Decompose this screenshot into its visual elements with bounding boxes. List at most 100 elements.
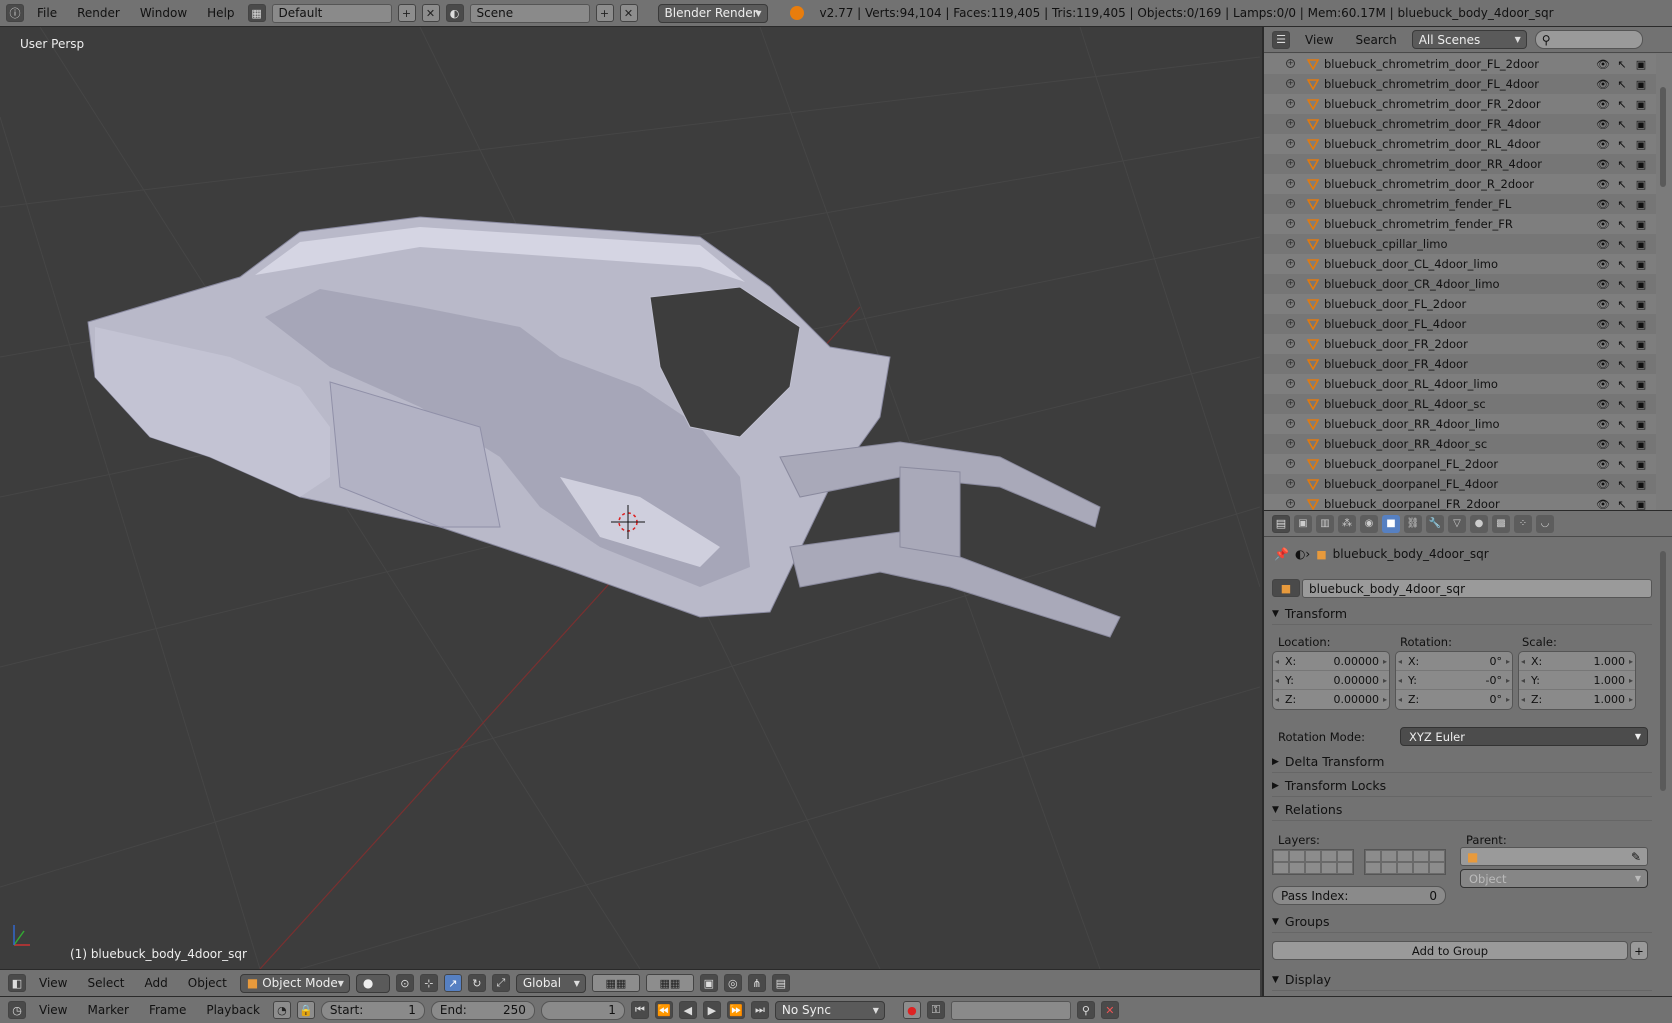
camera-render-icon[interactable]: ▣ bbox=[1634, 417, 1648, 431]
cursor-select-icon[interactable]: ↖ bbox=[1615, 197, 1629, 211]
eye-icon[interactable]: 👁 bbox=[1596, 197, 1610, 211]
play-reverse-icon[interactable]: ◀ bbox=[678, 1001, 697, 1019]
pin-icon[interactable]: 📌 bbox=[1274, 547, 1289, 561]
physics-tab-icon[interactable]: ◡ bbox=[1536, 514, 1554, 533]
cursor-select-icon[interactable]: ↖ bbox=[1615, 77, 1629, 91]
cursor-select-icon[interactable]: ↖ bbox=[1615, 437, 1629, 451]
snap-icon[interactable]: ⋔ bbox=[747, 974, 766, 992]
expand-icon[interactable]: + bbox=[1286, 459, 1295, 468]
eye-icon[interactable]: 👁 bbox=[1596, 77, 1610, 91]
eye-icon[interactable]: 👁 bbox=[1596, 57, 1610, 71]
add-to-group-button[interactable]: Add to Group bbox=[1272, 941, 1628, 960]
eye-icon[interactable]: 👁 bbox=[1596, 177, 1610, 191]
expand-icon[interactable]: + bbox=[1286, 159, 1295, 168]
eye-icon[interactable]: 👁 bbox=[1596, 497, 1610, 511]
menu-view[interactable]: View bbox=[32, 974, 74, 993]
rotation-mode-dropdown[interactable]: XYZ Euler ▼ bbox=[1400, 727, 1648, 746]
sync-dropdown[interactable]: No Sync ▼ bbox=[774, 1000, 885, 1020]
scale-x-field[interactable]: X: 1.000 bbox=[1519, 652, 1635, 671]
cursor-select-icon[interactable]: ↖ bbox=[1615, 97, 1629, 111]
eye-icon[interactable]: 👁 bbox=[1596, 317, 1610, 331]
texture-tab-icon[interactable]: ▩ bbox=[1492, 514, 1510, 533]
layers-grid-b[interactable] bbox=[1364, 849, 1446, 875]
camera-render-icon[interactable]: ▣ bbox=[1634, 337, 1648, 351]
object-name-input[interactable]: bluebuck_body_4door_sqr bbox=[1302, 579, 1652, 598]
cursor-select-icon[interactable]: ↖ bbox=[1615, 337, 1629, 351]
rotation-y-field[interactable]: Y: -0° bbox=[1396, 671, 1512, 690]
properties-scrollbar[interactable] bbox=[1660, 551, 1666, 791]
cursor-select-icon[interactable]: ↖ bbox=[1615, 137, 1629, 151]
outliner-search-input[interactable]: ⚲ bbox=[1534, 30, 1643, 49]
expand-icon[interactable]: + bbox=[1286, 139, 1295, 148]
menu-window[interactable]: Window bbox=[133, 4, 194, 23]
cursor-select-icon[interactable]: ↖ bbox=[1615, 57, 1629, 71]
scale-z-field[interactable]: Z: 1.000 bbox=[1519, 690, 1635, 709]
cursor-select-icon[interactable]: ↖ bbox=[1615, 397, 1629, 411]
record-icon[interactable]: ● bbox=[902, 1001, 921, 1019]
eye-icon[interactable]: 👁 bbox=[1596, 277, 1610, 291]
new-group-button[interactable]: + bbox=[1630, 941, 1648, 960]
cursor-select-icon[interactable]: ↖ bbox=[1615, 297, 1629, 311]
scene-field[interactable]: Scene bbox=[469, 3, 590, 23]
eye-icon[interactable]: 👁 bbox=[1596, 457, 1610, 471]
delete-key-icon[interactable]: ✕ bbox=[1100, 1001, 1119, 1019]
current-frame-field[interactable]: 1 bbox=[540, 1000, 625, 1020]
proportional-icon[interactable]: ◎ bbox=[723, 974, 742, 992]
eye-icon[interactable]: 👁 bbox=[1596, 397, 1610, 411]
camera-render-icon[interactable]: ▣ bbox=[1634, 137, 1648, 151]
expand-icon[interactable]: + bbox=[1286, 279, 1295, 288]
eye-icon[interactable]: 👁 bbox=[1596, 377, 1610, 391]
camera-render-icon[interactable]: ▣ bbox=[1634, 377, 1648, 391]
world-tab-icon[interactable]: ◉ bbox=[1360, 514, 1378, 533]
eye-icon[interactable]: 👁 bbox=[1596, 477, 1610, 491]
display-panel-header[interactable]: ▼ Display bbox=[1272, 969, 1652, 991]
modifiers-tab-icon[interactable]: 🔧 bbox=[1426, 514, 1444, 533]
preview-range-icon[interactable]: ◔ bbox=[272, 1001, 291, 1019]
outliner-item[interactable]: + bluebuck_door_CR_4door_limo 👁 ↖ ▣ bbox=[1264, 274, 1656, 294]
outliner-item[interactable]: + bluebuck_chrometrim_door_FL_4door 👁 ↖ ▣ bbox=[1264, 74, 1656, 94]
cursor-select-icon[interactable]: ↖ bbox=[1615, 177, 1629, 191]
keying-set-icon[interactable]: ⚿ bbox=[926, 1001, 945, 1019]
scale-y-field[interactable]: Y: 1.000 bbox=[1519, 671, 1635, 690]
remove-screen-icon[interactable]: ✕ bbox=[421, 4, 440, 22]
add-screen-icon[interactable]: + bbox=[397, 4, 416, 22]
layers-b-icon[interactable]: ▦▦ bbox=[645, 974, 694, 992]
cursor-select-icon[interactable]: ↖ bbox=[1615, 157, 1629, 171]
camera-render-icon[interactable]: ▣ bbox=[1634, 397, 1648, 411]
outliner-item[interactable]: + bluebuck_door_FL_2door 👁 ↖ ▣ bbox=[1264, 294, 1656, 314]
expand-icon[interactable]: + bbox=[1286, 379, 1295, 388]
pivot-icon[interactable]: ⊙ bbox=[395, 974, 414, 992]
object-datablock-icon[interactable]: ■ bbox=[1272, 579, 1300, 597]
outliner-item[interactable]: + bluebuck_chrometrim_door_R_2door 👁 ↖ ▣ bbox=[1264, 174, 1656, 194]
render-engine-dropdown[interactable]: Blender Render ▼ bbox=[657, 3, 768, 23]
lock-layers-icon[interactable]: ▣ bbox=[699, 974, 718, 992]
layers-grid-a[interactable] bbox=[1272, 849, 1354, 875]
end-frame-field[interactable]: End: 250 bbox=[430, 1000, 535, 1020]
expand-icon[interactable]: + bbox=[1286, 419, 1295, 428]
camera-render-icon[interactable]: ▣ bbox=[1634, 477, 1648, 491]
expand-icon[interactable]: + bbox=[1286, 79, 1295, 88]
expand-icon[interactable]: + bbox=[1286, 479, 1295, 488]
next-key-icon[interactable]: ⏩ bbox=[726, 1001, 745, 1019]
expand-icon[interactable]: + bbox=[1286, 259, 1295, 268]
remove-scene-icon[interactable]: ✕ bbox=[619, 4, 638, 22]
cursor-select-icon[interactable]: ↖ bbox=[1615, 357, 1629, 371]
display-mode-dropdown[interactable]: All Scenes ▼ bbox=[1411, 30, 1527, 49]
menu-frame[interactable]: Frame bbox=[142, 1001, 193, 1020]
outliner-item[interactable]: + bluebuck_door_RR_4door_limo 👁 ↖ ▣ bbox=[1264, 414, 1656, 434]
camera-render-icon[interactable]: ▣ bbox=[1634, 157, 1648, 171]
cursor-select-icon[interactable]: ↖ bbox=[1615, 497, 1629, 511]
cursor-select-icon[interactable]: ↖ bbox=[1615, 117, 1629, 131]
expand-icon[interactable]: + bbox=[1286, 319, 1295, 328]
menu-marker[interactable]: Marker bbox=[80, 1001, 135, 1020]
outliner-item[interactable]: + bluebuck_doorpanel_FR_2door 👁 ↖ ▣ bbox=[1264, 494, 1656, 510]
expand-icon[interactable]: + bbox=[1286, 339, 1295, 348]
camera-render-icon[interactable]: ▣ bbox=[1634, 237, 1648, 251]
cursor-select-icon[interactable]: ↖ bbox=[1615, 377, 1629, 391]
menu-object[interactable]: Object bbox=[181, 974, 234, 993]
parent-type-dropdown[interactable]: Object ▼ bbox=[1460, 869, 1648, 888]
location-x-field[interactable]: X: 0.00000 bbox=[1273, 652, 1389, 671]
camera-render-icon[interactable]: ▣ bbox=[1634, 277, 1648, 291]
eye-icon[interactable]: 👁 bbox=[1596, 217, 1610, 231]
mode-dropdown[interactable]: ■ Object Mode ▼ bbox=[239, 973, 350, 993]
